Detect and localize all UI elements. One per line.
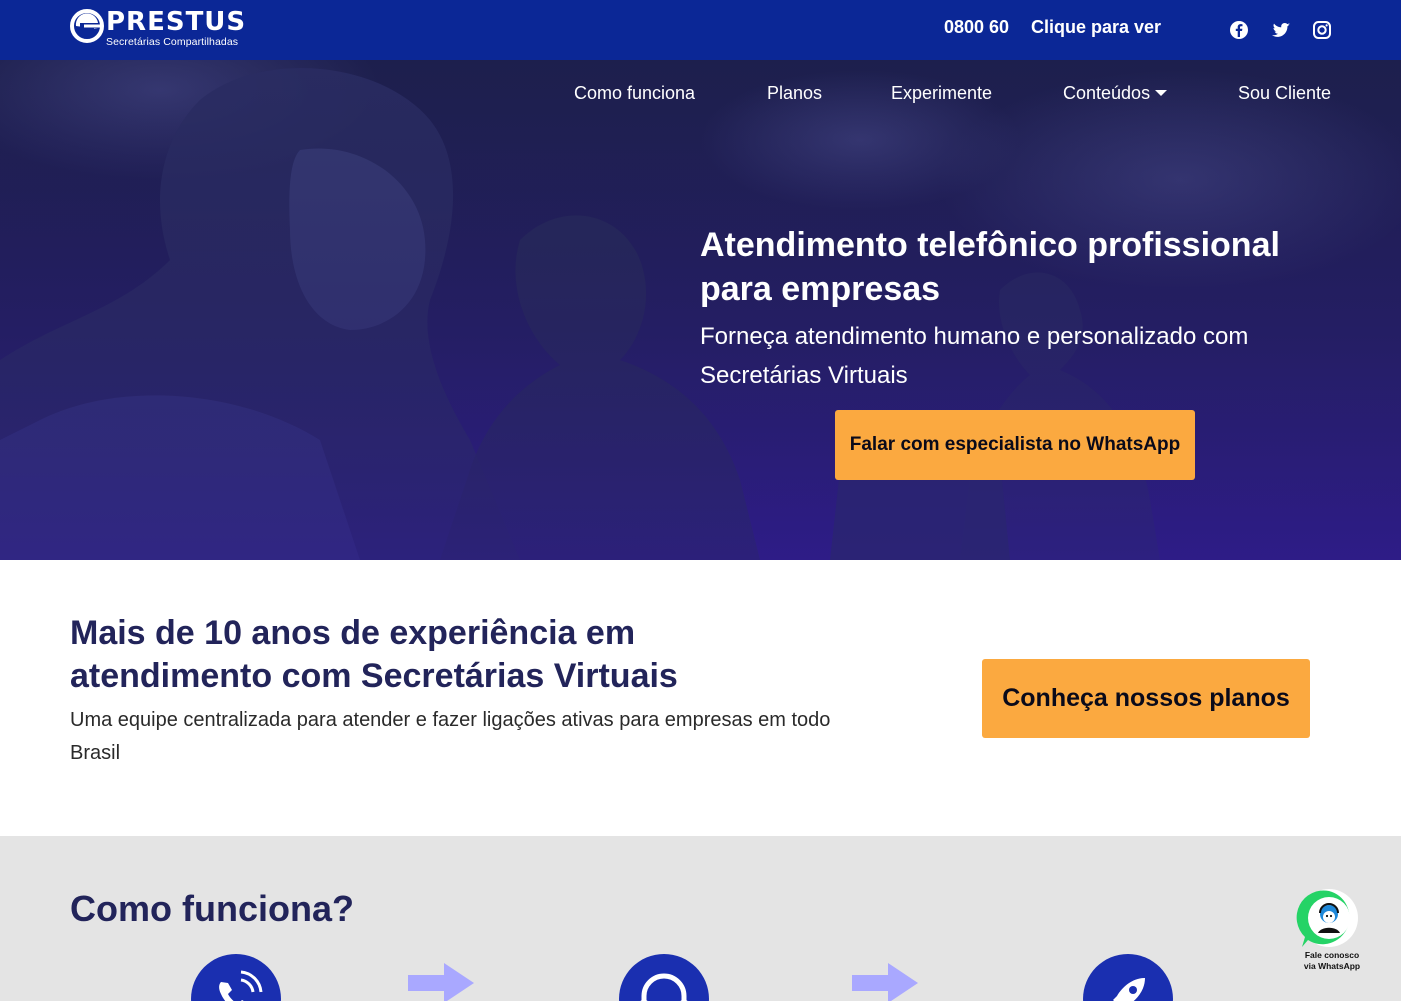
facebook-icon[interactable]	[1229, 20, 1249, 40]
twitter-icon[interactable]	[1271, 20, 1291, 40]
arrow-right-icon	[408, 963, 474, 1001]
nav-item-conteudos[interactable]: Conteúdos	[1063, 83, 1168, 104]
headset-icon	[619, 954, 709, 1001]
phone-reveal-link[interactable]: Clique para ver	[1031, 17, 1161, 38]
nav-item-como-funciona[interactable]: Como funciona	[574, 83, 695, 104]
nav-item-planos[interactable]: Planos	[767, 83, 822, 104]
whatsapp-float-button[interactable]: Fale conosco via WhatsApp	[1296, 887, 1368, 975]
whatsapp-specialist-button[interactable]: Falar com especialista no WhatsApp	[835, 410, 1195, 480]
hero-banner: Como funciona Planos Experimente Conteúd…	[0, 60, 1401, 560]
top-bar: PRESTUS Secretárias Compartilhadas 0800 …	[0, 0, 1401, 60]
experience-description: Uma equipe centralizada para atender e f…	[70, 709, 831, 764]
logo-name: PRESTUS	[106, 7, 247, 37]
arrow-right-icon	[852, 963, 918, 1001]
phone-ringing-icon	[191, 954, 281, 1001]
phone-number: 0800 60	[944, 17, 1010, 37]
logo-mark-icon	[70, 9, 104, 43]
nav-item-conteudos-label: Conteúdos	[1063, 83, 1151, 103]
hero-subtitle: Forneça atendimento humano e personaliza…	[700, 323, 1249, 389]
nav-item-experimente[interactable]: Experimente	[891, 83, 992, 104]
instagram-icon[interactable]	[1312, 20, 1332, 40]
logo-tagline: Secretárias Compartilhadas	[106, 36, 239, 48]
hero-title: Atendimento telefônico profissional para…	[700, 226, 1280, 308]
whatsapp-icon	[1296, 889, 1358, 947]
experience-title: Mais de 10 anos de experiência em atendi…	[70, 614, 678, 695]
plans-button[interactable]: Conheça nossos planos	[982, 659, 1310, 738]
rocket-icon	[1083, 954, 1173, 1001]
caret-down-icon	[1155, 90, 1168, 96]
how-it-works-section: Como funciona?	[0, 836, 1401, 1001]
how-it-works-title: Como funciona?	[70, 888, 354, 929]
whatsapp-label-line2: via WhatsApp	[1303, 961, 1361, 971]
logo[interactable]: PRESTUS Secretárias Compartilhadas	[70, 9, 246, 51]
nav-item-sou-cliente[interactable]: Sou Cliente	[1238, 83, 1331, 104]
whatsapp-label: Fale conosco via WhatsApp	[1296, 950, 1368, 972]
experience-section: Mais de 10 anos de experiência em atendi…	[0, 560, 1401, 836]
whatsapp-label-line1: Fale conosco	[1304, 950, 1360, 960]
